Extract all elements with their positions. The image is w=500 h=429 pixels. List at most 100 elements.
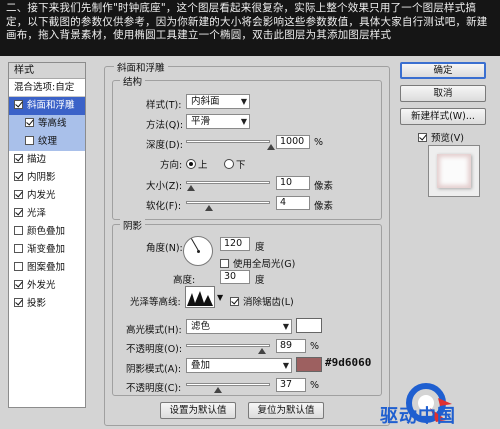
style-preview-thumbnail (428, 145, 480, 197)
soften-input[interactable]: 4 (276, 196, 310, 210)
depth-unit: % (314, 137, 324, 148)
antialias-checkbox[interactable] (230, 297, 239, 306)
size-input[interactable]: 10 (276, 176, 310, 190)
shadow-opacity-thumb[interactable] (214, 387, 222, 393)
style-item-satin[interactable]: 光泽 (9, 205, 85, 223)
style-item-drop-shadow[interactable]: 投影 (9, 295, 85, 313)
style-checkbox-satin[interactable] (14, 208, 23, 217)
technique-value: 平滑 (191, 116, 211, 127)
technique-select[interactable]: 平滑 ▼ (186, 114, 250, 129)
direction-down-option[interactable]: 下 (224, 157, 246, 171)
depth-input[interactable]: 1000 (276, 135, 310, 149)
style-item-contour[interactable]: 等高线 (9, 115, 85, 133)
shadow-mode-select[interactable]: 叠加 ▼ (186, 358, 292, 373)
style-checkbox-color-overlay[interactable] (14, 226, 23, 235)
style-checkbox-contour[interactable] (25, 118, 34, 127)
dropdown-arrow-contour[interactable]: ▼ (217, 293, 223, 302)
reset-default-button[interactable]: 复位为默认值 (248, 402, 324, 419)
structure-title: 结构 (120, 74, 146, 88)
antialias-label: 消除锯齿(L) (243, 297, 294, 308)
angle-dial[interactable] (183, 236, 213, 266)
angle-unit: 度 (255, 242, 265, 253)
style-label-bevel: 斜面和浮雕 (27, 100, 75, 111)
angle-label: 角度(N): (146, 243, 183, 254)
style-checkbox-pattern-overlay[interactable] (14, 262, 23, 271)
antialias-option[interactable]: 消除锯齿(L) (230, 294, 294, 308)
highlight-color-swatch[interactable] (296, 318, 322, 333)
direction-up-radio[interactable] (186, 159, 196, 169)
size-slider-thumb[interactable] (187, 185, 195, 191)
style-checkbox-bevel[interactable] (14, 100, 23, 109)
layer-style-dialog: 样式 混合选项:自定 斜面和浮雕 等高线 纹理 描边 内阴影 内发光 光泽 颜色… (0, 56, 500, 429)
blending-options-item[interactable]: 混合选项:自定 (9, 79, 85, 97)
size-label: 大小(Z): (146, 181, 183, 192)
style-item-outer-glow[interactable]: 外发光 (9, 277, 85, 295)
style-item-pattern-overlay[interactable]: 图案叠加 (9, 259, 85, 277)
cancel-button[interactable]: 取消 (400, 85, 486, 102)
direction-label: 方向: (160, 160, 183, 171)
gloss-contour-picker[interactable] (185, 286, 215, 308)
new-style-button[interactable]: 新建样式(W)... (400, 108, 486, 125)
style-item-inner-shadow[interactable]: 内阴影 (9, 169, 85, 187)
highlight-opacity-slider[interactable] (186, 344, 270, 354)
global-light-checkbox[interactable] (220, 259, 229, 268)
style-checkbox-inner-shadow[interactable] (14, 172, 23, 181)
gloss-contour-label: 光泽等高线: (130, 297, 181, 308)
style-label-drop-shadow: 投影 (27, 298, 47, 309)
style-label-inner-glow: 内发光 (27, 190, 56, 201)
direction-up-label: 上 (198, 160, 208, 171)
highlight-mode-select[interactable]: 滤色 ▼ (186, 319, 292, 334)
size-slider[interactable] (186, 181, 270, 191)
style-checkbox-texture[interactable] (25, 136, 34, 145)
style-item-texture[interactable]: 纹理 (9, 133, 85, 151)
style-label: 样式(T): (146, 100, 182, 111)
shadow-mode-label: 阴影模式(A): (126, 364, 182, 375)
style-checkbox-inner-glow[interactable] (14, 190, 23, 199)
ok-button[interactable]: 确定 (400, 62, 486, 79)
direction-up-option[interactable]: 上 (186, 157, 208, 171)
chevron-down-icon: ▼ (240, 97, 247, 106)
depth-slider-thumb[interactable] (267, 144, 275, 150)
chevron-down-icon: ▼ (282, 322, 289, 331)
shadow-color-swatch[interactable] (296, 357, 322, 372)
global-light-option[interactable]: 使用全局光(G) (220, 256, 295, 270)
style-label-stroke: 描边 (27, 154, 47, 165)
depth-slider[interactable] (186, 140, 275, 150)
direction-down-radio[interactable] (224, 159, 234, 169)
style-item-stroke[interactable]: 描边 (9, 151, 85, 169)
style-checkbox-outer-glow[interactable] (14, 280, 23, 289)
angle-center-dot (197, 250, 200, 253)
depth-label: 深度(D): (146, 140, 183, 151)
shadow-opacity-slider[interactable] (186, 383, 270, 393)
preview-checkbox[interactable] (418, 133, 427, 142)
blending-options-label: 混合选项:自定 (14, 82, 75, 93)
style-checkbox-stroke[interactable] (14, 154, 23, 163)
shadow-opacity-input[interactable]: 37 (276, 378, 306, 392)
style-checkbox-gradient-overlay[interactable] (14, 244, 23, 253)
style-checkbox-drop-shadow[interactable] (14, 298, 23, 307)
highlight-opacity-input[interactable]: 89 (276, 339, 306, 353)
bevel-style-select[interactable]: 内斜面 ▼ (186, 94, 250, 109)
watermark-text: 驱动中国 (380, 406, 456, 427)
angle-input[interactable]: 120 (220, 237, 250, 251)
soften-slider[interactable] (186, 201, 270, 211)
style-item-bevel[interactable]: 斜面和浮雕 (9, 97, 85, 115)
highlight-mode-label: 高光模式(H): (126, 325, 182, 336)
style-item-color-overlay[interactable]: 颜色叠加 (9, 223, 85, 241)
styles-list-title: 样式 (9, 63, 85, 79)
highlight-opacity-thumb[interactable] (258, 348, 266, 354)
style-label-pattern-overlay: 图案叠加 (27, 262, 66, 273)
highlight-opacity-label: 不透明度(O): (126, 344, 183, 355)
style-item-gradient-overlay[interactable]: 渐变叠加 (9, 241, 85, 259)
soften-unit: 像素 (314, 201, 334, 212)
style-item-inner-glow[interactable]: 内发光 (9, 187, 85, 205)
soften-slider-thumb[interactable] (205, 205, 213, 211)
banner-text: 二、接下来我们先制作"时钟底座"，这个图层看起来很复杂，实际上整个效果只用了一个… (6, 2, 488, 41)
altitude-input[interactable]: 30 (220, 270, 250, 284)
style-label-gradient-overlay: 渐变叠加 (27, 244, 66, 255)
style-label-satin: 光泽 (27, 208, 47, 219)
contour-curve-icon (187, 291, 213, 306)
shadow-opacity-label: 不透明度(C): (126, 383, 182, 394)
preview-option[interactable]: 预览(V) (418, 130, 464, 144)
make-default-button[interactable]: 设置为默认值 (160, 402, 236, 419)
